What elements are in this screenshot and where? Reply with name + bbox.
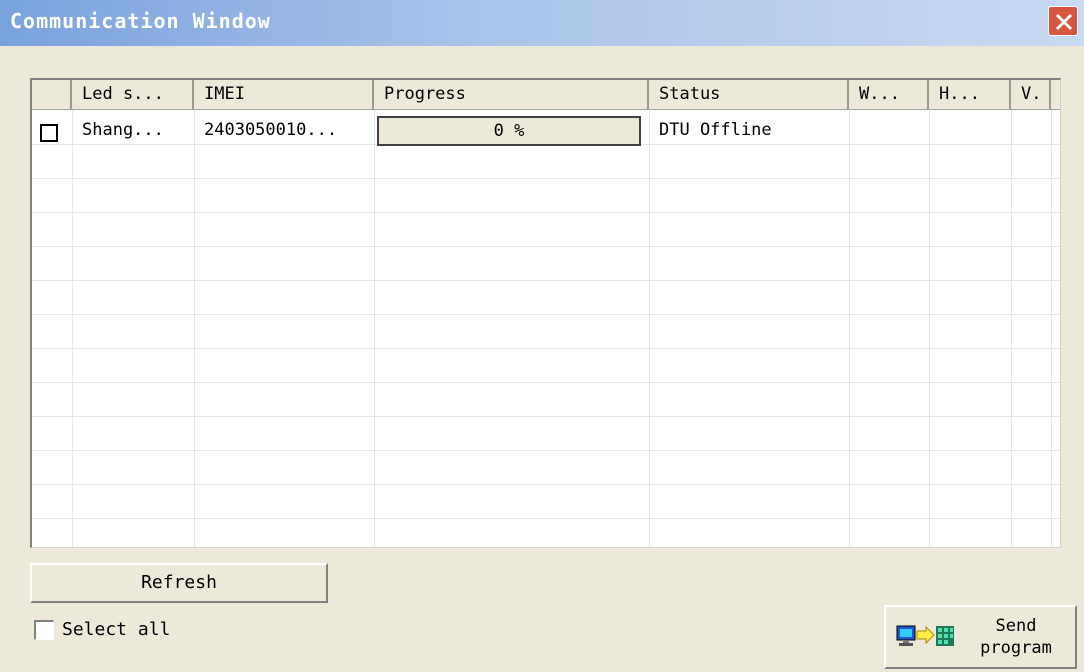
grid-line xyxy=(32,178,1060,179)
computer-arrow-icon xyxy=(896,625,954,646)
column-header-width[interactable]: W... xyxy=(849,80,929,109)
select-all-label: Select all xyxy=(62,619,171,640)
grid-line xyxy=(1051,110,1052,547)
send-label-line1: Send xyxy=(995,616,1037,636)
refresh-button[interactable]: Refresh xyxy=(30,563,328,603)
communication-window: Communication Window Led s... IMEI Progr… xyxy=(0,0,1084,672)
grid-line xyxy=(929,110,930,547)
grid-line xyxy=(194,110,195,547)
grid-line xyxy=(32,450,1060,451)
grid-line xyxy=(32,314,1060,315)
row-checkbox[interactable] xyxy=(40,124,58,142)
window-title: Communication Window xyxy=(10,9,271,33)
grid-line xyxy=(649,110,650,547)
column-header-select[interactable] xyxy=(32,80,72,109)
grid-line xyxy=(849,110,850,547)
column-header-led-screen[interactable]: Led s... xyxy=(72,80,194,109)
cell-status: DTU Offline xyxy=(659,120,772,140)
title-bar[interactable]: Communication Window xyxy=(0,0,1084,46)
send-program-label: Send program xyxy=(966,615,1066,659)
grid-line xyxy=(32,246,1060,247)
grid-line xyxy=(1011,110,1012,547)
grid-line xyxy=(32,518,1060,519)
send-label-line2: program xyxy=(980,638,1052,658)
column-header-imei[interactable]: IMEI xyxy=(194,80,374,109)
cell-led-screen: Shang... xyxy=(82,120,164,140)
grid-line xyxy=(374,110,375,547)
grid-line xyxy=(72,110,73,547)
progress-bar: 0 % xyxy=(377,116,641,146)
cell-imei: 2403050010... xyxy=(204,120,338,140)
send-program-button[interactable]: Send program xyxy=(884,605,1077,669)
grid-line xyxy=(32,416,1060,417)
column-header-progress[interactable]: Progress xyxy=(374,80,649,109)
close-icon xyxy=(1055,13,1073,31)
list-header: Led s... IMEI Progress Status W... H... … xyxy=(32,80,1060,110)
column-header-height[interactable]: H... xyxy=(929,80,1011,109)
close-button[interactable] xyxy=(1048,6,1078,36)
device-list[interactable]: Led s... IMEI Progress Status W... H... … xyxy=(30,78,1061,548)
column-header-status[interactable]: Status xyxy=(649,80,849,109)
grid-line xyxy=(32,484,1060,485)
grid-line xyxy=(32,280,1060,281)
grid-line xyxy=(32,212,1060,213)
grid-line xyxy=(32,348,1060,349)
column-header-v[interactable]: V. xyxy=(1011,80,1051,109)
progress-text: 0 % xyxy=(493,121,525,141)
grid-line xyxy=(32,382,1060,383)
checkbox-icon[interactable] xyxy=(34,620,54,640)
